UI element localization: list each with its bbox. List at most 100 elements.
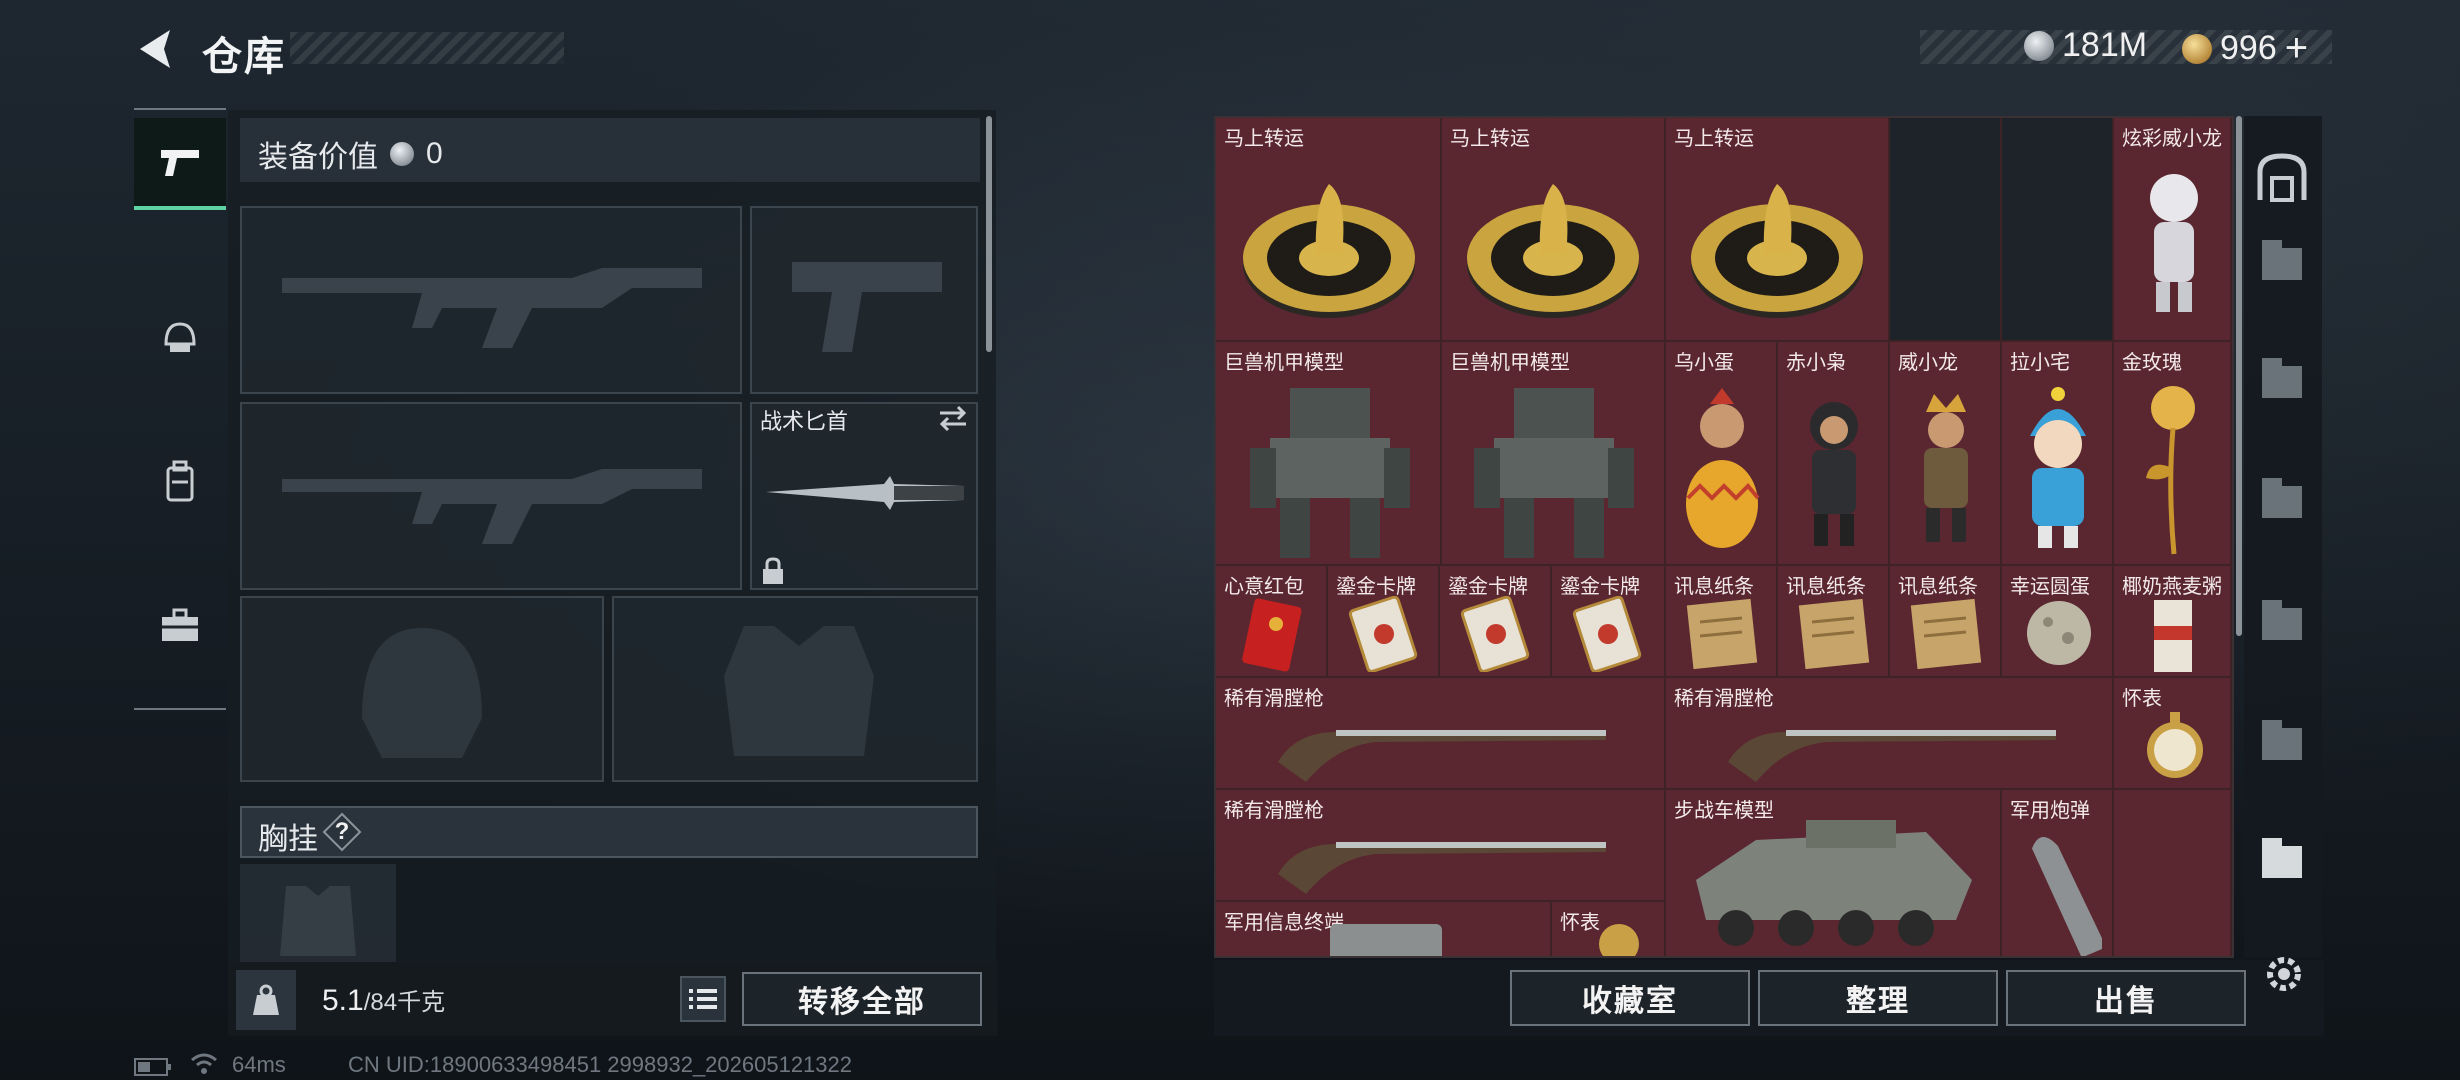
stash-item[interactable]: 讯息纸条 — [1778, 566, 1890, 678]
pocket-watch-icon — [1599, 924, 1639, 956]
storage-tier-iv-icon[interactable] — [2254, 232, 2310, 288]
briefcase-icon — [162, 608, 198, 641]
stash-item[interactable]: 鎏金卡牌 — [1328, 566, 1440, 678]
rail-tab-weapons[interactable] — [134, 118, 226, 210]
list-icon — [689, 989, 717, 1009]
help-icon[interactable]: ? — [322, 812, 362, 852]
armor-slot[interactable] — [612, 596, 978, 782]
lucky-compass-icon — [1243, 184, 1415, 318]
stash-item[interactable]: 椰奶燕麦粥 — [2114, 566, 2232, 678]
stash-item[interactable]: 稀有滑膛枪 — [1216, 678, 1666, 790]
list-view-button[interactable] — [680, 976, 726, 1022]
figurine-icon — [2150, 174, 2198, 312]
primary-weapon-slot[interactable] — [240, 206, 742, 394]
ping-readout: 64ms — [232, 1052, 286, 1077]
chest-rig-silhouette-icon — [280, 886, 356, 956]
page-title: 仓库 — [202, 35, 286, 79]
stash-item[interactable]: 马上转运 — [1666, 118, 1890, 342]
lock-icon — [763, 557, 783, 584]
weight-current: 5.1 — [322, 984, 364, 1017]
transfer-all-button[interactable]: 转移全部 — [742, 972, 982, 1026]
equipment-value: 装备价值 0 — [258, 132, 443, 176]
rail-tab-backpack[interactable] — [134, 436, 226, 528]
stash-item[interactable]: 鎏金卡牌 — [1440, 566, 1552, 678]
collection-button[interactable]: 收藏室 — [1510, 970, 1750, 1026]
stash-item[interactable]: 怀表 — [1552, 902, 1666, 956]
rifle-silhouette-icon — [282, 469, 702, 544]
chest-rig-slot[interactable] — [240, 864, 396, 962]
stash-item[interactable]: 巨兽机甲模型 — [1442, 342, 1666, 566]
gold-coin-icon — [2182, 33, 2212, 64]
pistol-silhouette-icon — [792, 262, 942, 352]
secondary-weapon-slot[interactable] — [240, 402, 742, 590]
stash-item[interactable]: 赤小枭 — [1778, 342, 1890, 566]
stash-item[interactable]: 乌小蛋 — [1666, 342, 1778, 566]
stash-item[interactable]: 拉小宅 — [2002, 342, 2114, 566]
stash-grid: 马上转运 马上转运 马上转运 炫彩威小龙 巨兽机甲模型 巨兽机甲模型 乌小蛋 赤… — [1214, 116, 2234, 958]
helmet-slot[interactable] — [240, 596, 604, 782]
weight-readout: 5.1/84千克 — [322, 982, 445, 1018]
silver-coin-icon — [2024, 30, 2054, 61]
swap-icon[interactable] — [936, 404, 970, 432]
stash-item[interactable]: 金玫瑰 — [2114, 342, 2232, 566]
pocket-watch-icon — [2147, 712, 2203, 778]
stash-item[interactable]: 炫彩威小龙 — [2114, 118, 2232, 342]
organize-button[interactable]: 整理 — [1758, 970, 1998, 1026]
gold-currency: 996 + — [2182, 26, 2308, 71]
item-label: 巨兽机甲模型 — [1450, 352, 1570, 374]
stash-item[interactable]: 稀有滑膛枪 — [1216, 790, 1666, 902]
stash-item[interactable]: 军用炮弹 — [2002, 790, 2114, 956]
equipment-scrollbar[interactable] — [986, 116, 992, 352]
stash-item[interactable]: 幸运圆蛋 — [2002, 566, 2114, 678]
helmet-silhouette-icon — [362, 628, 482, 758]
ifv-model-icon — [1696, 820, 1972, 946]
paper-note-icon — [1798, 598, 1870, 670]
stash-item[interactable]: 讯息纸条 — [1666, 566, 1778, 678]
stash-item[interactable]: 威小龙 — [1890, 342, 2002, 566]
silver-currency: 181M — [2024, 26, 2147, 65]
item-label: 鎏金卡牌 — [1560, 576, 1640, 598]
card-icon — [1460, 596, 1530, 672]
equipment-value-label: 装备价值 — [258, 141, 378, 174]
item-label: 乌小蛋 — [1674, 352, 1734, 374]
storage-tier-gti-icon[interactable] — [2254, 470, 2310, 526]
stash-item[interactable]: 鎏金卡牌 — [1552, 566, 1666, 678]
stash-scrollbar[interactable] — [2236, 116, 2242, 636]
stash-slot[interactable] — [2114, 790, 2232, 956]
paper-note-icon — [1686, 598, 1758, 670]
back-arrow-icon[interactable] — [134, 26, 180, 72]
storage-tier-iv-plus-icon[interactable] — [2254, 350, 2310, 406]
rail-divider-bottom — [134, 708, 226, 710]
shell-icon — [2031, 837, 2102, 956]
stash-item[interactable]: 马上转运 — [1216, 118, 1442, 342]
stash-item[interactable]: 怀表 — [2114, 678, 2232, 790]
stash-item[interactable]: 马上转运 — [1442, 118, 1666, 342]
item-label: 怀表 — [2122, 688, 2162, 710]
item-label: 马上转运 — [1224, 128, 1304, 150]
sell-button[interactable]: 出售 — [2006, 970, 2246, 1026]
storage-tier-gti-2-icon[interactable] — [2254, 592, 2310, 648]
item-label: 赤小枭 — [1786, 352, 1846, 374]
rail-tab-helmet[interactable] — [134, 292, 226, 384]
stash-item[interactable]: 步战车模型 — [1666, 790, 2002, 956]
add-currency-button[interactable]: + — [2285, 26, 2308, 71]
rail-tab-case[interactable] — [134, 580, 226, 672]
item-label: 讯息纸条 — [1898, 576, 1978, 598]
empty-slot[interactable] — [1890, 118, 2002, 342]
pistol-slot[interactable] — [750, 206, 978, 394]
gear-icon[interactable] — [2262, 952, 2306, 996]
card-icon — [1348, 596, 1418, 672]
warehouse-icon[interactable] — [2254, 150, 2310, 206]
item-label: 鎏金卡牌 — [1336, 576, 1416, 598]
stash-item[interactable]: 巨兽机甲模型 — [1216, 342, 1442, 566]
stash-item[interactable]: 军用信息终端 — [1216, 902, 1552, 956]
terminal-icon — [1330, 924, 1442, 956]
storage-tier-iv-2-icon[interactable] — [2254, 712, 2310, 768]
weight-max: /84千克 — [363, 989, 446, 1016]
storage-tier-v-icon[interactable] — [2254, 830, 2310, 886]
stash-item[interactable]: 心意红包 — [1216, 566, 1328, 678]
empty-slot[interactable] — [2002, 118, 2114, 342]
musket-icon — [1278, 730, 1606, 782]
stash-item[interactable]: 稀有滑膛枪 — [1666, 678, 2114, 790]
stash-item[interactable]: 讯息纸条 — [1890, 566, 2002, 678]
